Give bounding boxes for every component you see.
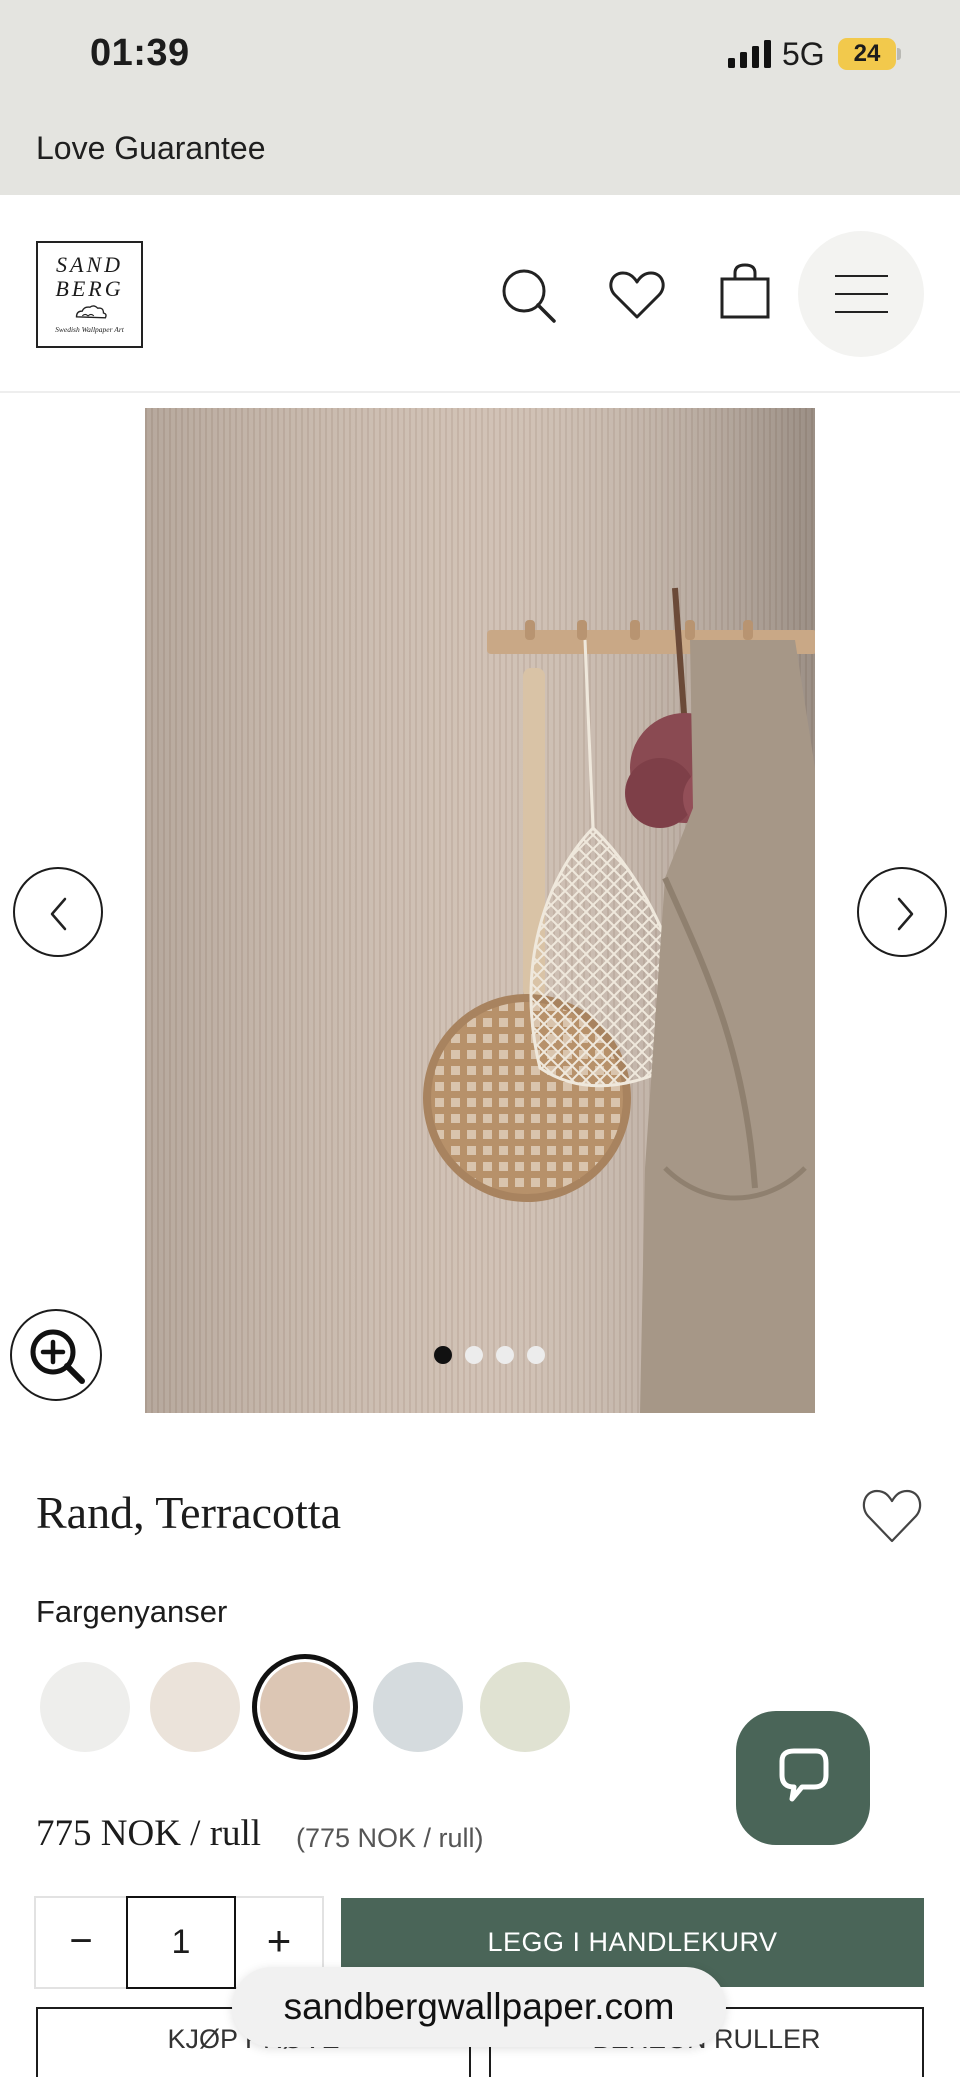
chat-button[interactable] [736,1711,870,1845]
decrease-quantity-button[interactable]: − [36,1898,126,1987]
next-image-button[interactable] [857,867,947,957]
product-image[interactable] [145,408,815,1413]
status-time: 01:39 [90,32,190,74]
cloud-icon [75,305,107,319]
quantity-input[interactable]: 1 [126,1896,236,1989]
slide-dot[interactable] [496,1346,514,1364]
sandberg-logo[interactable]: SAND BERG Swedish Wallpaper Art [36,241,143,348]
favorite-heart-icon[interactable] [860,1485,924,1547]
slide-dot[interactable] [527,1346,545,1364]
network-label: 5G [782,36,825,72]
zoom-button[interactable] [10,1309,102,1401]
product-photo [145,408,815,1413]
color-swatch[interactable] [40,1662,130,1752]
search-icon[interactable] [498,265,558,325]
color-swatch[interactable] [373,1662,463,1752]
logo-tagline: Swedish Wallpaper Art [55,325,124,334]
bag-icon[interactable] [715,261,775,321]
menu-bar [835,275,888,277]
slide-dot[interactable] [434,1346,452,1364]
signal-icon [728,40,771,68]
battery-nub [897,48,901,60]
slide-dot[interactable] [465,1346,483,1364]
product-title: Rand, Terracotta [36,1487,342,1538]
menu-bar [835,293,888,295]
slide-indicators [434,1346,545,1364]
menu-bar [835,311,888,313]
chat-bubble-icon [779,1748,829,1802]
heart-icon[interactable] [607,265,667,325]
battery-indicator: 24 [838,38,896,70]
price: 775 NOK / rull [36,1813,262,1854]
chevron-left-icon [50,897,67,931]
selected-swatch-ring [252,1654,358,1760]
promo-text[interactable]: Love Guarantee [36,130,266,167]
logo-line1: SAND [56,252,123,277]
color-swatch[interactable] [150,1662,240,1752]
site-header: SAND BERG Swedish Wallpaper Art [0,195,960,393]
color-swatch[interactable] [480,1662,570,1752]
shades-label: Fargenyanser [36,1594,228,1629]
zoom-in-icon [30,1329,85,1384]
browser-url-bar[interactable]: sandbergwallpaper.com [232,1967,726,2047]
logo-line2: BERG [55,276,124,301]
price-per-unit: (775 NOK / rull) [296,1823,484,1853]
previous-image-button[interactable] [13,867,103,957]
menu-button[interactable] [798,231,924,357]
chevron-right-icon [897,897,914,931]
